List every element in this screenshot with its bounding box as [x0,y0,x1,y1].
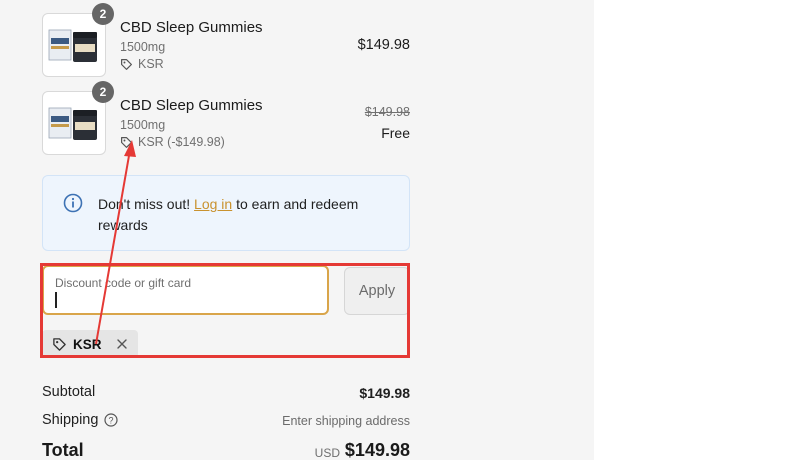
rewards-message: Don't miss out! Log in to earn and redee… [98,194,388,236]
subtotal-value: $149.98 [359,385,410,401]
shipping-label-group: Shipping ? [42,412,119,428]
quantity-badge: 2 [92,81,114,103]
item-original-price: $149.98 [364,105,410,119]
item-price: $149.98 [357,37,410,53]
product-thumbnail: 2 [42,81,114,155]
shipping-value: Enter shipping address [282,414,410,428]
rewards-banner: Don't miss out! Log in to earn and redee… [42,175,410,251]
info-icon [63,193,83,213]
shipping-label: Shipping [42,412,99,428]
total-currency: USD [314,446,340,460]
total-label: Total [42,440,84,460]
product-image [48,107,97,140]
item-discount-code: KSR (-$149.98) [138,135,225,149]
item-variant: 1500mg [120,40,166,54]
product-thumbnail: 2 [42,3,114,77]
item-discount-code: KSR [138,57,164,71]
item-discount: KSR (-$149.98) [120,135,225,149]
line-item: 2 CBD Sleep Gummies 1500mg KSR (-$149.98… [42,81,410,155]
login-link[interactable]: Log in [194,196,232,212]
tag-icon [121,58,132,70]
item-title: CBD Sleep Gummies [120,97,263,114]
help-icon[interactable]: ? [104,413,119,427]
total-value: $149.98 [344,440,410,460]
product-image [48,29,97,62]
item-discount: KSR [120,57,164,71]
item-price: Free [381,125,410,141]
line-item: 2 CBD Sleep Gummies 1500mg KSR $149.98 [42,3,410,77]
highlight-annotation-box [40,263,410,358]
tag-icon [121,136,132,148]
item-variant: 1500mg [120,118,166,132]
subtotal-label: Subtotal [42,384,96,400]
svg-text:?: ? [109,416,114,426]
quantity-badge: 2 [92,3,114,25]
rewards-text-prefix: Don't miss out! [98,196,195,212]
item-title: CBD Sleep Gummies [120,19,263,36]
